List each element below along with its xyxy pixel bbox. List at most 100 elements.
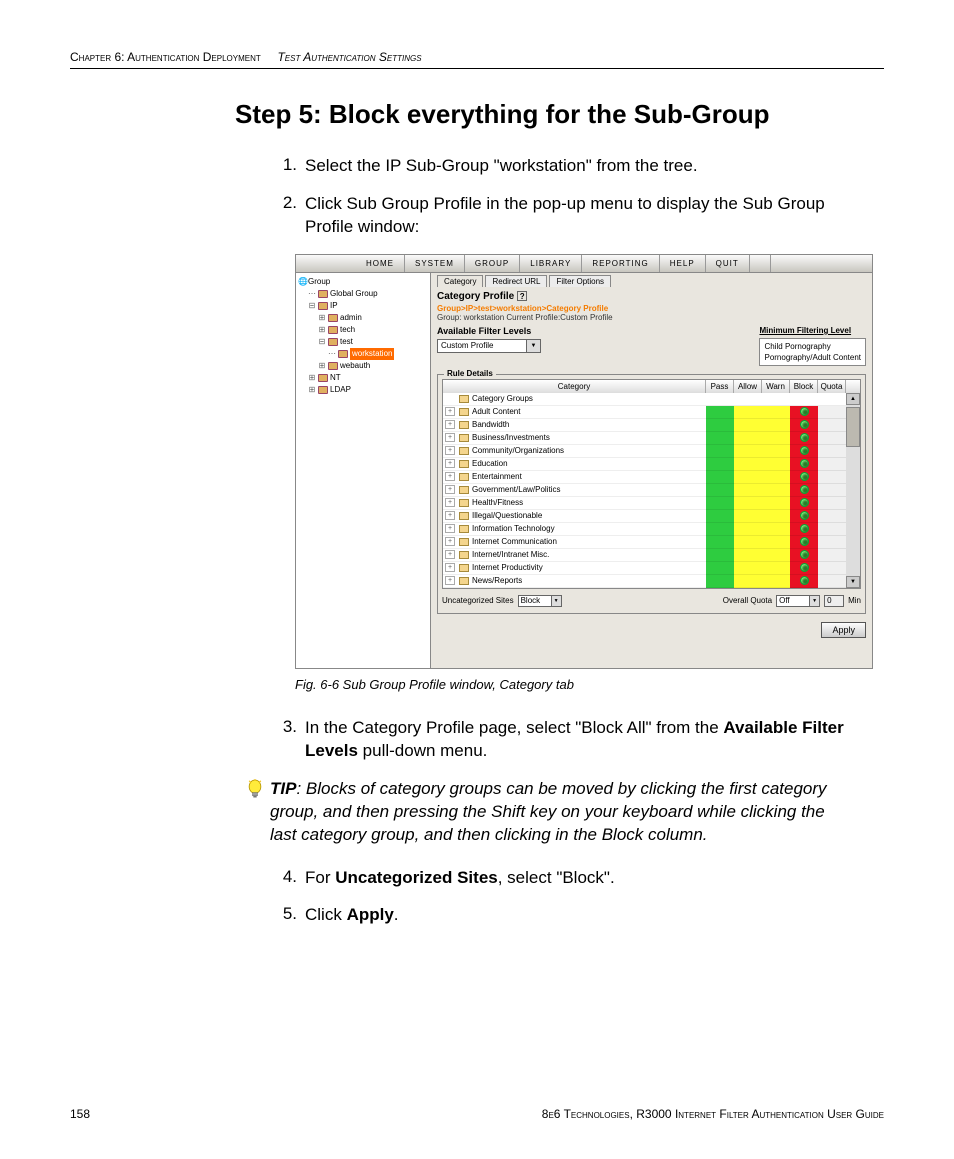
- step-1: 1. Select the IP Sub-Group "workstation"…: [275, 155, 854, 178]
- chevron-down-icon[interactable]: ▼: [527, 339, 541, 353]
- tree-admin[interactable]: ⊞admin: [298, 312, 428, 324]
- pass-column[interactable]: [706, 393, 734, 588]
- table-scrollbar[interactable]: ▲ ▼: [846, 393, 860, 588]
- tab-redirect[interactable]: Redirect URL: [485, 275, 547, 287]
- block-checked-icon[interactable]: [800, 472, 809, 481]
- block-checked-icon[interactable]: [800, 459, 809, 468]
- category-row[interactable]: +Health/Fitness: [443, 497, 706, 510]
- expand-icon[interactable]: +: [445, 498, 455, 507]
- menu-quit[interactable]: QUIT: [706, 255, 750, 272]
- tree-workstation[interactable]: ⋯workstation: [298, 348, 428, 360]
- block-checked-icon[interactable]: [800, 563, 809, 572]
- block-checked-icon[interactable]: [800, 485, 809, 494]
- chevron-down-icon[interactable]: ▼: [810, 595, 820, 607]
- block-checked-icon[interactable]: [800, 433, 809, 442]
- col-quota[interactable]: Quota: [818, 380, 846, 393]
- expand-icon[interactable]: +: [445, 472, 455, 481]
- category-row[interactable]: Category Groups: [443, 393, 706, 406]
- menu-help[interactable]: HELP: [660, 255, 706, 272]
- step-5: 5. Click Apply.: [275, 904, 854, 927]
- tree-ip[interactable]: ⊟IP: [298, 300, 428, 312]
- menu-reporting[interactable]: REPORTING: [582, 255, 659, 272]
- category-row[interactable]: +Internet/Intranet Misc.: [443, 549, 706, 562]
- tree-root[interactable]: 🌐Group: [298, 276, 428, 288]
- col-pass[interactable]: Pass: [706, 380, 734, 393]
- category-row[interactable]: +Internet Communication: [443, 536, 706, 549]
- chevron-down-icon[interactable]: ▼: [552, 595, 562, 607]
- block-checked-icon[interactable]: [800, 446, 809, 455]
- menu-library[interactable]: LIBRARY: [520, 255, 582, 272]
- menu-system[interactable]: SYSTEM: [405, 255, 465, 272]
- category-row[interactable]: +Adult Content: [443, 406, 706, 419]
- category-row[interactable]: +Internet Productivity: [443, 562, 706, 575]
- expand-icon[interactable]: +: [445, 511, 455, 520]
- tab-filteroptions[interactable]: Filter Options: [549, 275, 611, 287]
- folder-icon: [459, 447, 469, 455]
- tree-test[interactable]: ⊟test: [298, 336, 428, 348]
- col-category: Category: [443, 380, 706, 393]
- category-row[interactable]: +Education: [443, 458, 706, 471]
- expand-icon[interactable]: +: [445, 563, 455, 572]
- header-chapter: Chapter 6: Authentication Deployment: [70, 50, 261, 64]
- expand-icon[interactable]: +: [445, 576, 455, 585]
- category-rows: Category Groups+Adult Content+Bandwidth+…: [443, 393, 706, 588]
- block-checked-icon[interactable]: [800, 407, 809, 416]
- expand-icon[interactable]: +: [445, 524, 455, 533]
- block-checked-icon[interactable]: [800, 524, 809, 533]
- category-row[interactable]: +Government/Law/Politics: [443, 484, 706, 497]
- block-checked-icon[interactable]: [800, 420, 809, 429]
- apply-button[interactable]: Apply: [821, 622, 866, 638]
- step-2-text: Click Sub Group Profile in the pop-up me…: [305, 193, 854, 239]
- overall-quota-minutes[interactable]: 0: [824, 595, 844, 607]
- rule-details-legend: Rule Details: [444, 369, 496, 378]
- group-tree[interactable]: 🌐Group ⋯Global Group ⊟IP ⊞admin ⊞tech ⊟t…: [296, 273, 431, 668]
- block-checked-icon[interactable]: [800, 576, 809, 585]
- category-table: Category Pass Allow Warn Block Quota Cat…: [442, 379, 861, 589]
- menu-blank: [750, 255, 771, 272]
- col-allow[interactable]: Allow: [734, 380, 762, 393]
- overall-quota-select[interactable]: Off ▼: [776, 595, 820, 607]
- block-column[interactable]: [790, 393, 818, 588]
- tab-category[interactable]: Category: [437, 275, 483, 287]
- expand-icon[interactable]: +: [445, 446, 455, 455]
- block-checked-icon[interactable]: [800, 550, 809, 559]
- category-row[interactable]: +Business/Investments: [443, 432, 706, 445]
- allow-column[interactable]: [734, 393, 762, 588]
- folder-icon: [459, 551, 469, 559]
- warn-column[interactable]: [762, 393, 790, 588]
- expand-icon[interactable]: +: [445, 459, 455, 468]
- expand-icon[interactable]: +: [445, 550, 455, 559]
- tree-ldap[interactable]: ⊞LDAP: [298, 384, 428, 396]
- menu-group[interactable]: GROUP: [465, 255, 520, 272]
- expand-icon[interactable]: +: [445, 485, 455, 494]
- tree-tech[interactable]: ⊞tech: [298, 324, 428, 336]
- category-row[interactable]: +News/Reports: [443, 575, 706, 588]
- scroll-up-icon[interactable]: ▲: [846, 393, 860, 405]
- category-row[interactable]: +Information Technology: [443, 523, 706, 536]
- folder-icon: [459, 421, 469, 429]
- help-icon[interactable]: ?: [517, 291, 527, 301]
- tree-webauth[interactable]: ⊞webauth: [298, 360, 428, 372]
- category-row[interactable]: +Entertainment: [443, 471, 706, 484]
- category-row[interactable]: +Community/Organizations: [443, 445, 706, 458]
- category-row[interactable]: +Illegal/Questionable: [443, 510, 706, 523]
- expand-icon[interactable]: +: [445, 420, 455, 429]
- block-checked-icon[interactable]: [800, 511, 809, 520]
- category-row[interactable]: +Bandwidth: [443, 419, 706, 432]
- expand-icon[interactable]: +: [445, 537, 455, 546]
- expand-icon[interactable]: +: [445, 433, 455, 442]
- scroll-down-icon[interactable]: ▼: [846, 576, 860, 588]
- block-checked-icon[interactable]: [800, 537, 809, 546]
- scroll-thumb[interactable]: [846, 407, 860, 447]
- menu-home[interactable]: HOME: [356, 255, 405, 272]
- block-checked-icon[interactable]: [800, 498, 809, 507]
- col-warn[interactable]: Warn: [762, 380, 790, 393]
- afl-select[interactable]: Custom Profile ▼: [437, 339, 541, 353]
- col-block[interactable]: Block: [790, 380, 818, 393]
- quota-column[interactable]: [818, 393, 846, 588]
- tree-globalgroup[interactable]: ⋯Global Group: [298, 288, 428, 300]
- tree-nt[interactable]: ⊞NT: [298, 372, 428, 384]
- folder-icon: [328, 362, 338, 370]
- uncat-select[interactable]: Block ▼: [518, 595, 562, 607]
- expand-icon[interactable]: +: [445, 407, 455, 416]
